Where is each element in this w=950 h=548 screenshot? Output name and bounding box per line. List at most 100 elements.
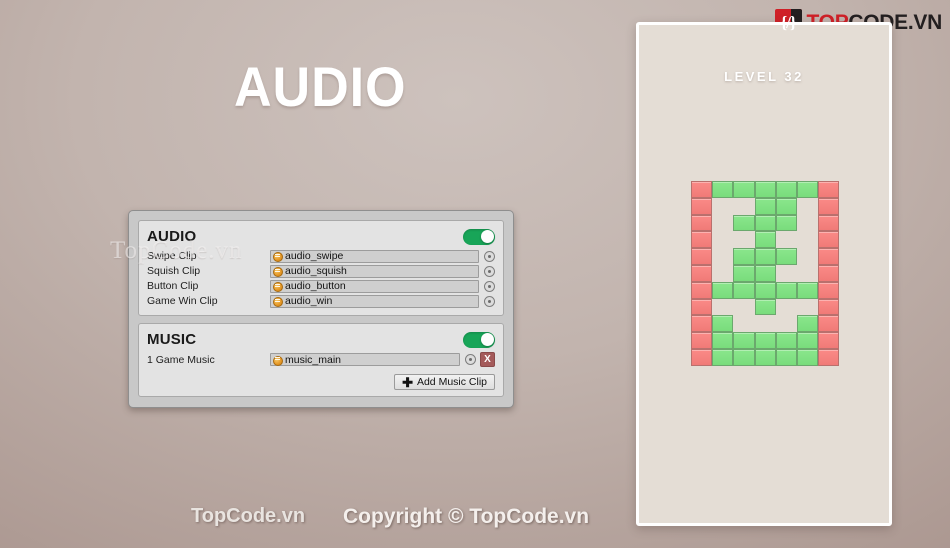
add-music-clip-label: Add Music Clip (416, 376, 487, 388)
audio-panel-title: AUDIO (147, 228, 197, 245)
grid-cell-red[interactable] (691, 315, 713, 333)
object-picker-icon[interactable] (484, 295, 495, 307)
grid-cell-red[interactable] (818, 315, 840, 333)
grid-cell-empty (797, 215, 818, 232)
music-enable-toggle[interactable] (463, 331, 495, 348)
grid-cell-green[interactable] (712, 181, 734, 198)
grid-cell-green[interactable] (754, 281, 776, 299)
grid-cell-red[interactable] (818, 181, 840, 198)
grid-cell-green[interactable] (733, 348, 755, 366)
grid-cell-green[interactable] (754, 332, 776, 349)
grid-cell-green[interactable] (754, 264, 776, 282)
grid-cell-red[interactable] (818, 332, 840, 349)
grid-cell-green[interactable] (775, 332, 797, 349)
game-win-clip-objectfield[interactable]: audio_win (270, 294, 479, 308)
grid-cell-green[interactable] (775, 248, 797, 265)
grid-cell-empty (733, 299, 754, 316)
grid-cell-red[interactable] (691, 298, 713, 316)
page-title: AUDIO (234, 55, 407, 118)
level-label: LEVEL 32 (724, 69, 804, 84)
grid-cell-empty (712, 198, 733, 215)
grid-cell-green[interactable] (754, 248, 776, 265)
grid-cell-empty (712, 231, 733, 248)
grid-cell-red[interactable] (691, 264, 713, 282)
object-picker-icon[interactable] (484, 250, 495, 262)
grid-cell-red[interactable] (818, 264, 840, 282)
button-clip-objectfield[interactable]: audio_button (270, 279, 479, 293)
audio-panel-header: AUDIO (147, 228, 495, 245)
music-item-label: 1 Game Music (147, 354, 270, 366)
toggle-knob (480, 230, 494, 243)
grid-cell-empty (733, 231, 754, 248)
grid-cell-green[interactable] (796, 181, 819, 198)
squish-clip-objectfield[interactable]: audio_squish (270, 264, 479, 278)
field-row-swipe-clip: Swipe Clip audio_swipe (147, 249, 495, 263)
grid-cell-red[interactable] (691, 348, 713, 366)
field-row-squish-clip: Squish Clip audio_squish (147, 264, 495, 278)
object-picker-icon[interactable] (484, 280, 495, 292)
grid-cell-red[interactable] (818, 248, 840, 265)
bottom-copyright-watermark: Copyright © TopCode.vn (343, 505, 590, 528)
grid-cell-red[interactable] (818, 231, 840, 249)
grid-cell-red[interactable] (818, 281, 840, 299)
grid-cell-green[interactable] (712, 281, 734, 299)
object-picker-icon[interactable] (465, 354, 476, 365)
grid-cell-green[interactable] (754, 181, 776, 198)
music-item-index: 1 (147, 353, 153, 366)
grid-cell-empty (712, 248, 733, 265)
grid-cell-green[interactable] (796, 315, 819, 333)
grid-cell-green[interactable] (733, 181, 755, 198)
add-music-clip-button[interactable]: ✚ Add Music Clip (394, 374, 495, 390)
grid-cell-green[interactable] (733, 332, 755, 349)
grid-cell-green[interactable] (775, 181, 797, 198)
game-grid (691, 181, 840, 366)
grid-cell-green[interactable] (754, 197, 776, 215)
grid-cell-green[interactable] (775, 348, 797, 366)
object-picker-icon[interactable] (484, 265, 495, 277)
grid-cell-empty (733, 315, 754, 332)
grid-cell-green[interactable] (796, 332, 819, 349)
field-label: Button Clip (147, 280, 199, 292)
grid-cell-green[interactable] (733, 214, 755, 232)
field-label: Squish Clip (147, 265, 201, 277)
grid-cell-green[interactable] (775, 281, 797, 299)
grid-cell-red[interactable] (818, 197, 840, 215)
music-list-item: 1 Game Music music_main X (147, 352, 495, 367)
grid-cell-empty (712, 215, 733, 232)
game-music-objectfield[interactable]: music_main (270, 353, 460, 366)
grid-cell-red[interactable] (691, 281, 713, 299)
grid-cell-green[interactable] (733, 281, 755, 299)
grid-cell-red[interactable] (691, 181, 713, 198)
grid-cell-green[interactable] (733, 264, 755, 282)
remove-music-clip-button[interactable]: X (480, 352, 495, 367)
grid-cell-empty (733, 198, 754, 215)
grid-cell-green[interactable] (796, 348, 819, 366)
game-preview-card: LEVEL 32 (636, 22, 892, 526)
swipe-clip-objectfield[interactable]: audio_swipe (270, 249, 479, 263)
grid-cell-red[interactable] (818, 298, 840, 316)
grid-cell-green[interactable] (775, 214, 797, 232)
music-item-name: Game Music (155, 353, 215, 366)
grid-cell-green[interactable] (775, 197, 797, 215)
grid-cell-red[interactable] (818, 214, 840, 232)
grid-cell-green[interactable] (754, 298, 776, 316)
audio-enable-toggle[interactable] (463, 228, 495, 245)
grid-cell-red[interactable] (691, 231, 713, 249)
grid-cell-green[interactable] (796, 281, 819, 299)
grid-cell-red[interactable] (691, 332, 713, 349)
grid-cell-green[interactable] (712, 332, 734, 349)
grid-cell-green[interactable] (712, 315, 734, 333)
field-label: Game Win Clip (147, 295, 218, 307)
grid-cell-empty (797, 198, 818, 215)
grid-cell-red[interactable] (691, 197, 713, 215)
grid-cell-green[interactable] (754, 214, 776, 232)
grid-cell-red[interactable] (818, 348, 840, 366)
grid-cell-red[interactable] (691, 214, 713, 232)
grid-cell-empty (776, 315, 797, 332)
grid-cell-empty (797, 231, 818, 248)
grid-cell-red[interactable] (691, 248, 713, 265)
grid-cell-green[interactable] (712, 348, 734, 366)
grid-cell-green[interactable] (754, 348, 776, 366)
grid-cell-green[interactable] (754, 231, 776, 249)
grid-cell-green[interactable] (733, 248, 755, 265)
